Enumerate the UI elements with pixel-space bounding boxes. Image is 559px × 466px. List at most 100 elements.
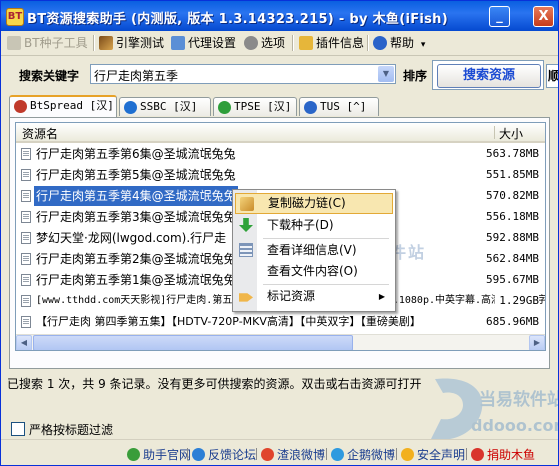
keyword-label: 搜索关键字 bbox=[19, 69, 80, 83]
file-icon bbox=[21, 211, 31, 223]
engine-test-icon bbox=[99, 36, 113, 50]
footer-separator bbox=[396, 448, 397, 460]
feedback-forum-link[interactable]: 反馈论坛 bbox=[192, 446, 256, 463]
security-statement-link[interactable]: 安全声明 bbox=[401, 446, 465, 463]
tpse-icon bbox=[218, 101, 231, 114]
tab-tus[interactable]: TUS [^] bbox=[299, 97, 379, 116]
table-row[interactable]: 行尸走肉第五季第6集@圣城流氓兔兔 563.78MB bbox=[16, 144, 545, 164]
submenu-arrow-icon: ▶ bbox=[378, 292, 385, 301]
row-name: 行尸走肉第五季第3集@圣城流氓兔兔 bbox=[36, 210, 236, 224]
strict-title-filter-label: 严格按标题过滤 bbox=[29, 423, 114, 437]
bt-tool-menu[interactable]: BT种子工具 bbox=[7, 34, 88, 52]
row-size: 592.88MB bbox=[486, 231, 539, 244]
keyword-combobox[interactable]: 行尸走肉第五季 ▼ bbox=[90, 64, 396, 84]
context-copy-magnet[interactable]: 复制磁力链(C) bbox=[235, 193, 393, 214]
tab-tpse[interactable]: TPSE [汉] bbox=[213, 97, 297, 116]
context-tag-resource[interactable]: 标记资源 ▶ bbox=[235, 286, 393, 307]
footer-separator bbox=[187, 448, 188, 460]
sort-order-button[interactable]: 顺 bbox=[546, 64, 558, 88]
context-download-torrent[interactable]: 下载种子(D) bbox=[235, 215, 393, 236]
proxy-settings-menu[interactable]: 代理设置 bbox=[171, 34, 236, 52]
column-header-name[interactable]: 资源名 bbox=[22, 125, 58, 142]
heart-icon bbox=[471, 448, 484, 461]
details-icon bbox=[239, 243, 253, 257]
context-separator bbox=[263, 284, 389, 285]
engine-test-menu[interactable]: 引擎测试 bbox=[99, 34, 164, 52]
list-header: 资源名 大小 bbox=[16, 123, 545, 143]
scrollbar-thumb[interactable] bbox=[33, 335, 353, 350]
window-title: BT资源搜索助手 (内测版, 版本 1.3.14323.215) - by 木鱼… bbox=[27, 12, 448, 27]
table-row[interactable]: 【行尸走肉 第四季第五集】【HDTV-720P-MKV高清】【中英双字】【重磅美… bbox=[16, 312, 545, 332]
weibo-icon bbox=[261, 448, 274, 461]
footer-separator bbox=[256, 448, 257, 460]
search-button[interactable]: 搜索资源 bbox=[437, 64, 541, 88]
title-bar[interactable]: BT BT资源搜索助手 (内测版, 版本 1.3.14323.215) - by… bbox=[1, 1, 558, 31]
ssbc-icon bbox=[124, 101, 137, 114]
help-menu[interactable]: 帮助 ▾ bbox=[373, 34, 425, 52]
bt-tool-icon bbox=[7, 36, 21, 50]
chevron-down-icon: ▾ bbox=[420, 40, 426, 50]
copy-icon bbox=[240, 197, 254, 211]
scroll-left-icon[interactable]: ◀ bbox=[16, 335, 32, 350]
file-icon bbox=[21, 295, 31, 307]
options-icon bbox=[244, 36, 258, 50]
toolbar-separator bbox=[93, 35, 95, 51]
tag-icon bbox=[239, 293, 253, 302]
column-header-size[interactable]: 大小 bbox=[499, 125, 523, 142]
row-name: 梦幻天堂·龙网(lwgod.com).行尸走 bbox=[36, 231, 227, 245]
toolbar-separator bbox=[367, 35, 369, 51]
row-name: 行尸走肉第五季第4集@圣城流氓兔兔 bbox=[34, 186, 238, 206]
minimize-button[interactable]: _ bbox=[489, 6, 510, 27]
file-icon bbox=[21, 316, 31, 328]
close-button[interactable]: X bbox=[533, 6, 554, 27]
row-size: 570.82MB bbox=[486, 189, 539, 202]
scroll-right-icon[interactable]: ▶ bbox=[529, 335, 545, 350]
help-icon bbox=[373, 36, 387, 50]
toolbar: BT种子工具 引擎测试 代理设置 选项 插件信息 帮助 ▾ bbox=[1, 31, 558, 56]
plugin-icon bbox=[299, 36, 313, 50]
footer-separator bbox=[326, 448, 327, 460]
strict-title-filter-checkbox[interactable] bbox=[11, 422, 25, 436]
chevron-down-icon[interactable]: ▼ bbox=[378, 66, 394, 82]
btspread-icon bbox=[14, 100, 27, 113]
context-separator bbox=[263, 238, 389, 239]
row-size: 556.18MB bbox=[486, 210, 539, 223]
tab-ssbc[interactable]: SSBC [汉] bbox=[119, 97, 211, 116]
file-icon bbox=[21, 190, 31, 202]
strict-title-filter[interactable]: 严格按标题过滤 bbox=[11, 421, 113, 438]
proxy-settings-icon bbox=[171, 36, 185, 50]
donate-link[interactable]: 捐助木鱼 bbox=[471, 446, 535, 463]
row-size: 563.78MB bbox=[486, 147, 539, 160]
official-site-link[interactable]: 助手官网 bbox=[127, 446, 191, 463]
shield-icon bbox=[401, 448, 414, 461]
row-size: 562.84MB bbox=[486, 252, 539, 265]
tencent-weibo-link[interactable]: 企鹅微博 bbox=[331, 446, 395, 463]
status-text: 已搜索 1 次，共 9 条记录。没有更多可供搜索的资源。双击或右击资源可打开 bbox=[7, 377, 422, 391]
download-icon bbox=[239, 218, 253, 232]
keyword-input[interactable]: 行尸走肉第五季 bbox=[94, 67, 178, 84]
file-icon bbox=[21, 253, 31, 265]
forum-icon bbox=[192, 448, 205, 461]
tab-btspread[interactable]: BtSpread [汉] bbox=[9, 95, 117, 117]
watermark-brand-text: 当易软件站 bbox=[479, 389, 559, 410]
footer-links: 助手官网 反馈论坛 渣浪微博 企鹅微博 安全声明 捐助木鱼 bbox=[1, 439, 558, 465]
row-name: 【行尸走肉 第四季第五集】【HDTV-720P-MKV高清】【中英双字】【重磅美… bbox=[36, 315, 421, 328]
row-size: 1.29GB bbox=[495, 291, 539, 311]
table-row[interactable]: 行尸走肉第五季第5集@圣城流氓兔兔 551.85MB bbox=[16, 165, 545, 185]
tencent-weibo-icon bbox=[331, 448, 344, 461]
context-view-files[interactable]: 查看文件内容(O) bbox=[235, 261, 393, 282]
file-content-icon bbox=[239, 264, 253, 278]
column-divider[interactable] bbox=[494, 126, 495, 139]
sina-weibo-link[interactable]: 渣浪微博 bbox=[261, 446, 325, 463]
context-menu: 复制磁力链(C) 下载种子(D) 查看详细信息(V) 查看文件内容(O) 标记资… bbox=[232, 189, 396, 312]
toolbar-separator bbox=[292, 35, 294, 51]
plugin-info-menu[interactable]: 插件信息 bbox=[299, 34, 364, 52]
horizontal-scrollbar[interactable]: ◀ ▶ bbox=[16, 334, 545, 350]
context-view-details[interactable]: 查看详细信息(V) bbox=[235, 240, 393, 261]
row-size: 595.67MB bbox=[486, 273, 539, 286]
app-icon: BT bbox=[6, 8, 24, 26]
file-icon bbox=[21, 169, 31, 181]
options-menu[interactable]: 选项 bbox=[244, 34, 285, 52]
main-window: BT BT资源搜索助手 (内测版, 版本 1.3.14323.215) - by… bbox=[0, 0, 559, 466]
file-icon bbox=[21, 148, 31, 160]
